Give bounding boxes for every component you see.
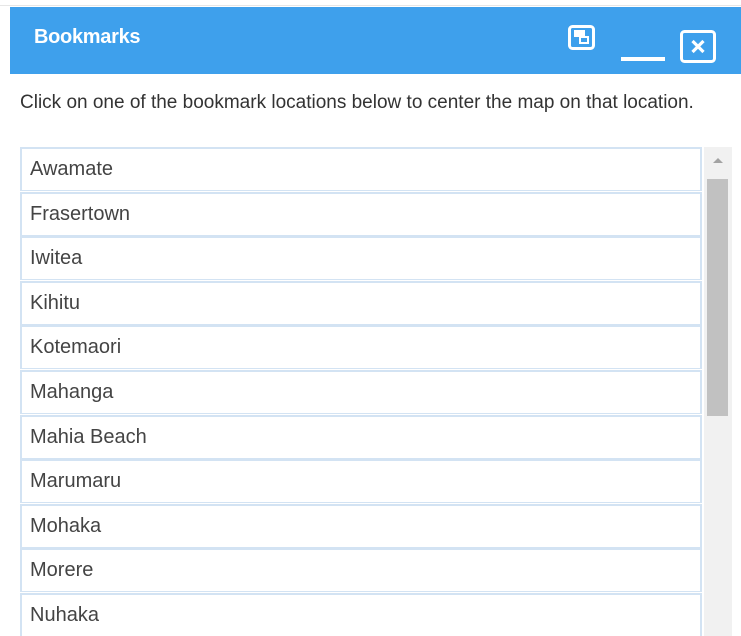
close-button[interactable] xyxy=(680,30,716,63)
scroll-up-arrow-icon xyxy=(713,158,723,163)
bookmark-item[interactable]: Kotemaori xyxy=(20,325,702,370)
panel-title: Bookmarks xyxy=(34,26,141,48)
minimize-button[interactable] xyxy=(621,27,665,61)
close-icon xyxy=(680,30,716,63)
top-divider xyxy=(0,0,741,6)
bookmark-item[interactable]: Awamate xyxy=(20,147,702,191)
bookmark-item[interactable]: Iwitea xyxy=(20,236,702,281)
bookmarks-panel: Bookmarks Click on one of the bookmark l… xyxy=(0,0,741,636)
maximize-button[interactable] xyxy=(568,25,596,51)
bookmark-list-container: Awamate Frasertown Iwitea Kihitu Kotemaori Ma… xyxy=(20,147,732,636)
instructions-text: Click on one of the bookmark locations b… xyxy=(20,92,694,113)
bookmark-item[interactable]: Morere xyxy=(20,548,702,593)
minimize-icon xyxy=(621,57,665,61)
maximize-icon xyxy=(568,25,595,50)
bookmark-item[interactable]: Nuhaka xyxy=(20,592,702,636)
panel-titlebar[interactable]: Bookmarks xyxy=(10,7,741,74)
bookmark-item[interactable]: Kihitu xyxy=(20,280,702,325)
scroll-up-button[interactable] xyxy=(704,147,732,175)
bookmark-item[interactable]: Mahia Beach xyxy=(20,414,702,459)
bookmark-item[interactable]: Mohaka xyxy=(20,503,702,548)
bookmark-item[interactable]: Frasertown xyxy=(20,191,702,236)
bookmark-list: Awamate Frasertown Iwitea Kihitu Kotemaori Ma… xyxy=(20,147,702,636)
bookmark-item[interactable]: Marumaru xyxy=(20,459,702,504)
scrollbar-thumb[interactable] xyxy=(707,179,728,416)
bookmark-item[interactable]: Mahanga xyxy=(20,369,702,414)
list-scrollbar[interactable] xyxy=(704,147,732,636)
